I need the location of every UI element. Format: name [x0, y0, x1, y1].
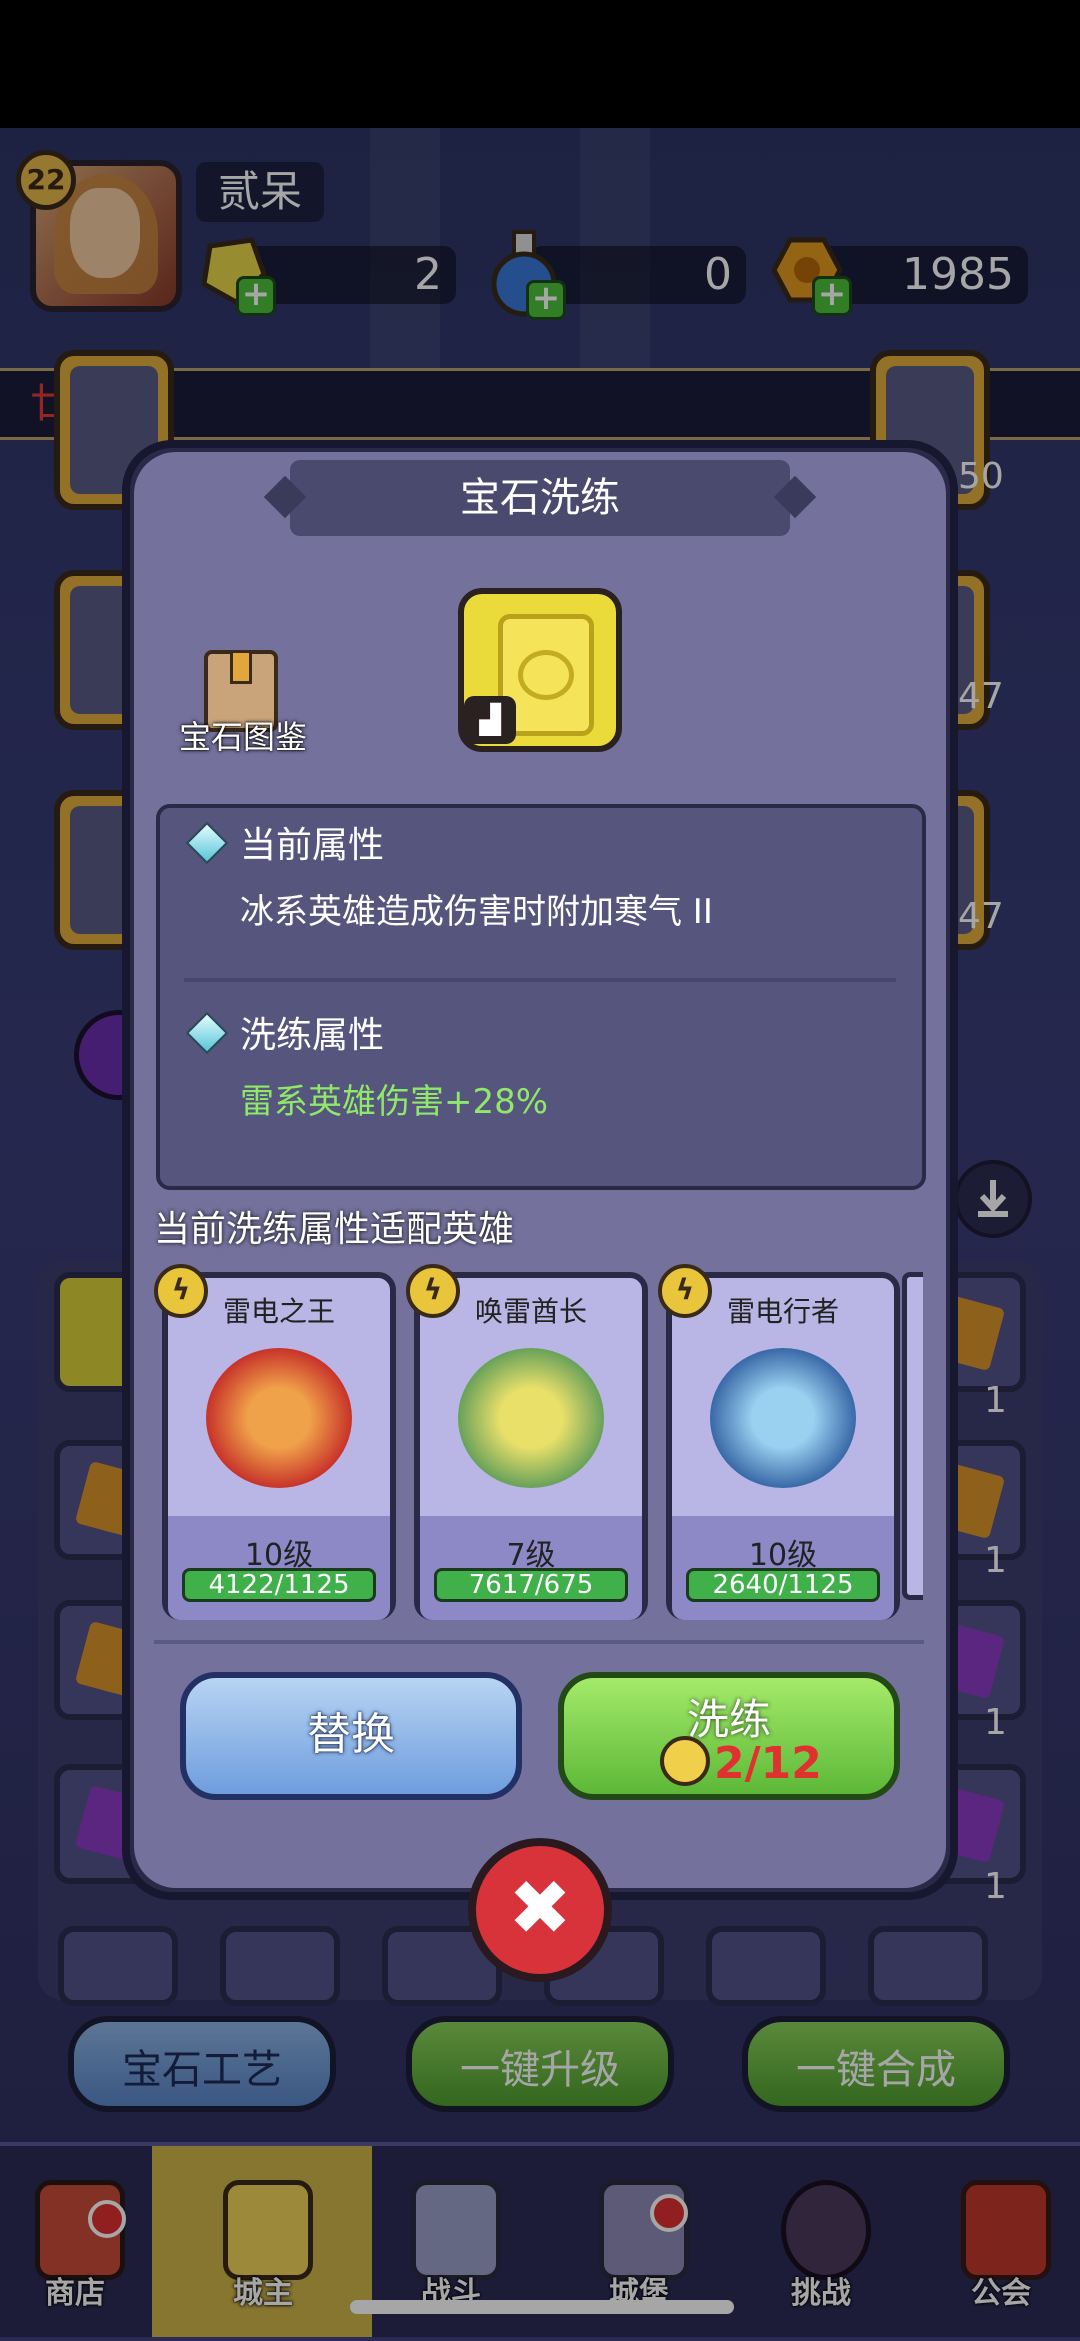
hero-name: 唤雷酋长	[474, 1295, 587, 1328]
replace-button[interactable]: 替换	[180, 1672, 522, 1800]
gem-cost-icon	[660, 1736, 710, 1786]
current-attribute-heading: 当前属性	[240, 825, 385, 866]
hero-card-peek[interactable]	[902, 1272, 923, 1600]
divider	[154, 1640, 924, 1644]
hero-portrait	[458, 1348, 604, 1488]
status-bar-area	[0, 0, 1080, 128]
hero-progress-text: 2640/1125	[712, 1570, 854, 1600]
hero-portrait	[710, 1348, 856, 1488]
hero-progress-bar: 2640/1125	[686, 1568, 880, 1602]
hero-card[interactable]: ϟ 唤雷酋长 7级 7617/675	[406, 1264, 648, 1620]
divider	[184, 978, 896, 982]
hero-name: 雷电行者	[726, 1295, 839, 1328]
compatible-heroes-heading: 当前洗练属性适配英雄	[154, 1209, 515, 1250]
current-attribute-value: 冰系英雄造成伤害时附加寒气 II	[240, 892, 713, 932]
hero-card[interactable]: ϟ 雷电之王 10级 4122/1125	[154, 1264, 396, 1620]
boot-icon: ▟	[464, 696, 516, 744]
close-button[interactable]: ✖	[468, 1838, 612, 1982]
hero-progress-bar: 4122/1125	[182, 1568, 376, 1602]
refine-button[interactable]: 洗练 2/12	[558, 1672, 900, 1800]
hero-progress-text: 4122/1125	[208, 1570, 350, 1600]
hero-progress-bar: 7617/675	[434, 1568, 628, 1602]
hero-name: 雷电之王	[222, 1295, 335, 1328]
hero-progress-text: 7617/675	[468, 1570, 594, 1600]
dialog-title: 宝石洗练	[460, 475, 620, 521]
refine-attribute-value: 雷系英雄伤害+28%	[240, 1082, 549, 1122]
hero-portrait	[206, 1348, 352, 1488]
hero-card[interactable]: ϟ 雷电行者 10级 2640/1125	[658, 1264, 900, 1620]
refine-attribute-heading: 洗练属性	[240, 1015, 385, 1056]
refine-cost: 2/12	[714, 1738, 822, 1789]
gem-catalog-label[interactable]: 宝石图鉴	[168, 712, 318, 758]
